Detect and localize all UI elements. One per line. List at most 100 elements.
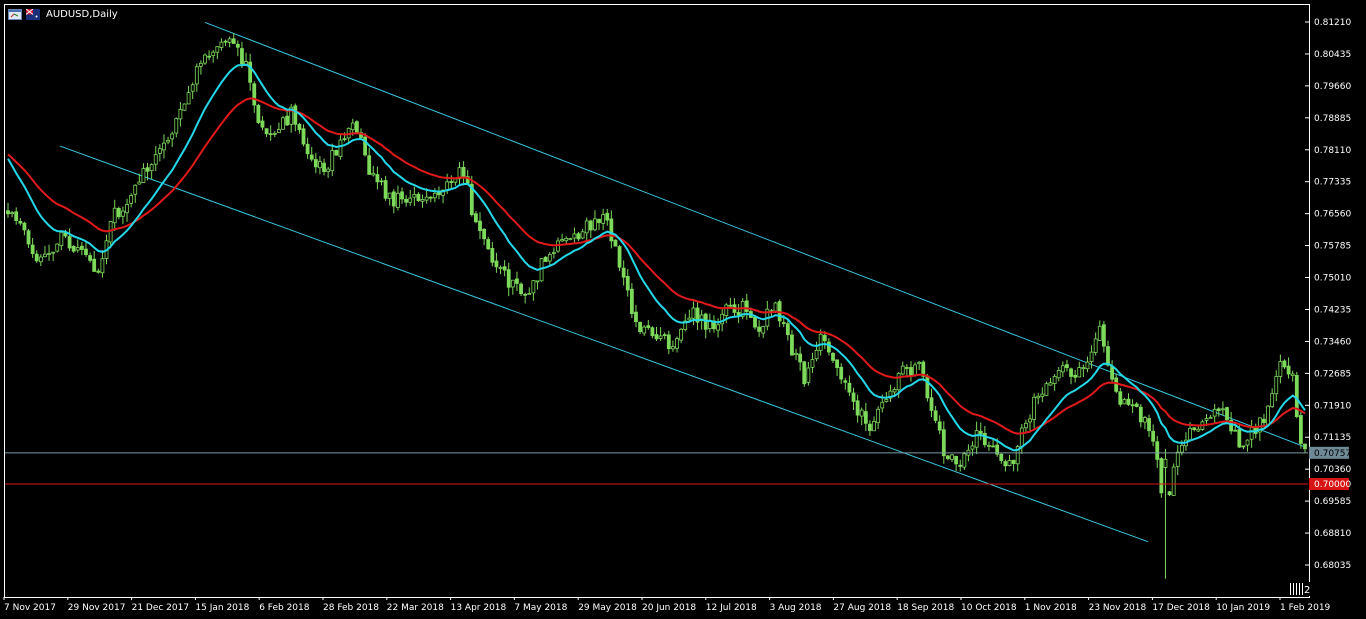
candle-body [276,129,281,133]
candle-body [478,220,482,232]
candle-body [453,178,458,183]
candle-body [1110,366,1114,380]
candle-body [350,122,355,131]
x-tick-label: 3 Aug 2018 [770,603,822,613]
chart-window-icon [8,9,22,20]
candle-body [354,121,359,133]
candle-body [744,300,749,312]
candle-body [22,222,27,231]
y-tick-label: 0.80435 [1314,50,1351,60]
candle-body [490,248,495,263]
candle-body [1126,398,1131,405]
candle-body [1212,408,1217,417]
candle-body [1179,444,1184,453]
candle-body [285,115,290,126]
candle-body [1106,346,1110,366]
candle-body [785,323,790,336]
candle-body [1216,408,1221,411]
candle-body [863,411,868,424]
candle-body [170,133,175,140]
price-chart[interactable]: 0.70757 0.70000 0.81210 0.80435 0.79660 0.78… [0,0,1366,619]
candle-body [248,61,253,83]
candle-body [1023,422,1028,429]
candle-body [576,233,581,240]
channel-lower-line[interactable] [59,145,1149,543]
svg-text:2: 2 [1304,585,1310,596]
candle-body [240,48,244,65]
candle-body [826,341,831,353]
candle-body [379,180,384,183]
candle-body [1233,429,1238,432]
candle-body [1089,351,1094,362]
candle-body [543,256,548,262]
candle-body [1093,338,1098,353]
candle-body [166,139,170,143]
candle-body [461,167,466,178]
candle-body [309,154,314,160]
candle-body [400,191,404,200]
candle-body [129,195,134,204]
candle-body [375,174,380,183]
candle-body [223,40,228,43]
candle-body [313,159,318,168]
x-tick-label: 10 Oct 2018 [961,603,1017,613]
candle-body [1138,406,1143,423]
candle-body [691,307,696,319]
channel-upper-line[interactable] [204,21,1306,448]
x-tick-label: 29 May 2018 [578,603,637,613]
candle-body [235,43,240,48]
candle-body [781,322,786,324]
candle-body [14,211,19,222]
y-tick-label: 0.79660 [1314,82,1351,92]
candle-body [851,392,856,402]
candle-body [199,62,203,67]
candle-body [753,316,757,328]
candle-body [326,168,331,173]
candle-body [203,54,207,64]
candle-body [1208,416,1213,419]
candle-body [194,66,199,85]
candle-body [1134,403,1139,407]
candle-body [987,444,991,447]
candle-body [330,150,335,172]
candle-body [547,253,552,262]
candle-body [293,105,298,125]
candle-body [1019,427,1024,448]
candle-body [281,117,285,130]
candle-body [1052,376,1057,384]
x-tick-label: 6 Feb 2018 [259,603,310,613]
candle-body [839,366,844,380]
candle-body [564,237,569,242]
candle-body [424,196,429,201]
candle-body [1130,404,1135,407]
candle-body [510,279,515,288]
y-tick-label: 0.73460 [1314,337,1351,347]
candle-body [1147,418,1151,432]
candle-body [1278,361,1283,377]
candle-body [157,148,162,154]
candle-body [814,349,819,360]
candle-body [153,154,158,165]
candle-body [100,258,105,274]
x-tick-label: 21 Dec 2017 [132,603,190,613]
candle-body [650,327,655,337]
candle-body [625,276,630,291]
price-levels: 0.70757 0.70000 [5,446,1351,491]
candle-body [929,397,934,411]
candle-body [55,243,60,252]
candle-body [1196,428,1201,432]
candle-body [662,334,667,337]
candle-body [1118,391,1123,405]
candle-body [1114,377,1119,392]
candle-body [1266,405,1270,425]
candle-body [149,164,154,172]
candle-body [116,208,121,218]
y-tick-label: 0.71135 [1314,433,1351,443]
chart-shift-icon[interactable]: 2 [1288,582,1310,596]
candle-body [305,143,310,155]
candle-body [391,191,396,207]
candle-body [219,41,224,49]
candle-body [84,248,88,255]
candle-body [950,454,954,460]
candle-body [892,389,897,393]
